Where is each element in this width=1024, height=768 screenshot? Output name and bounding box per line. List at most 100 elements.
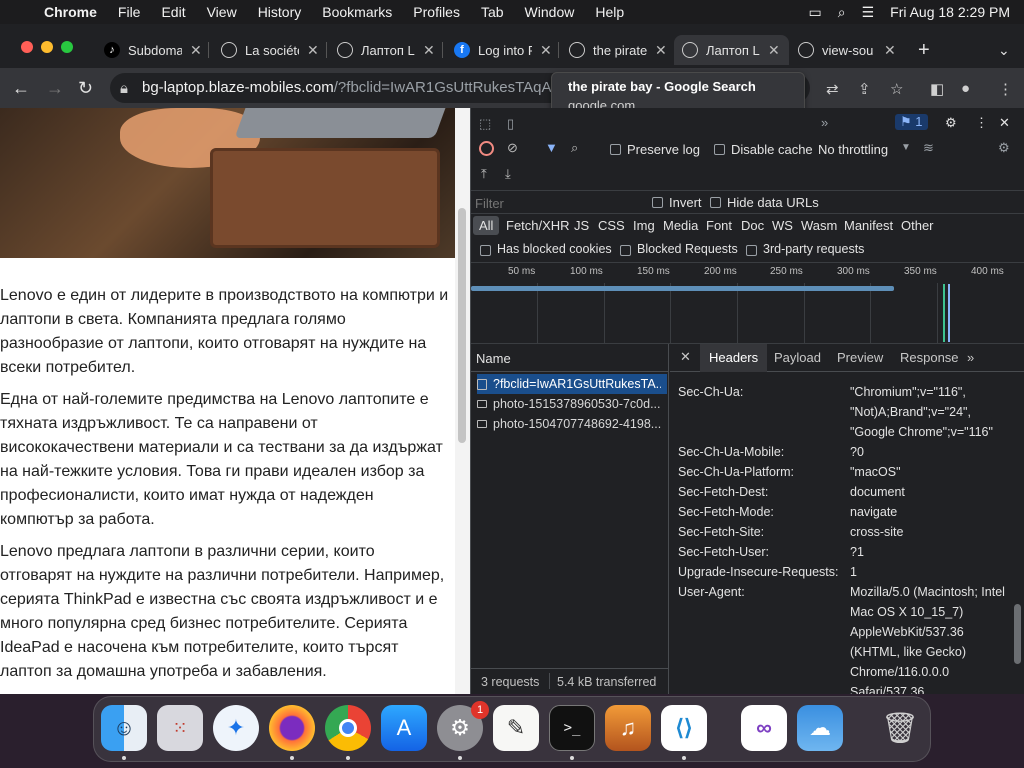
weather-icon[interactable]: ☁ (797, 705, 843, 751)
tab-laptop-lenovo-active[interactable]: Лаптоп L ✕ (674, 35, 789, 65)
filter-type-media[interactable]: Media (663, 218, 698, 233)
hide-data-urls-checkbox[interactable] (710, 197, 721, 208)
side-panel-icon[interactable]: ◧ (930, 80, 944, 98)
menu-app-name[interactable]: Chrome (44, 4, 97, 20)
throttling-select[interactable]: No throttling (818, 142, 888, 157)
tab-close-icon[interactable]: ✕ (190, 42, 202, 59)
tab-close-icon[interactable]: ✕ (768, 42, 780, 59)
textedit-icon[interactable]: ✎ (493, 705, 539, 751)
terminal-icon[interactable]: >_ (549, 705, 595, 751)
tab-laptop-lenovo[interactable]: Лаптоп L ✕ (329, 36, 443, 64)
filter-icon[interactable]: ▼ (545, 140, 558, 155)
tab-close-icon[interactable]: ✕ (540, 42, 552, 59)
preserve-log-checkbox[interactable] (610, 144, 621, 155)
menu-view[interactable]: View (207, 4, 237, 20)
blocked-requests-checkbox[interactable] (620, 245, 631, 256)
tab-subdomains[interactable]: ♪ Subdomains ✕ (96, 36, 210, 64)
safari-icon[interactable]: ✦ (213, 705, 259, 751)
new-tab-button[interactable]: + (910, 36, 938, 64)
timeline-overview[interactable] (471, 262, 1024, 344)
translate-icon[interactable]: ⇄ (826, 80, 839, 98)
throttling-dropdown-icon[interactable]: ▼ (901, 142, 911, 153)
firefox-icon[interactable] (269, 705, 315, 751)
tab-close-icon[interactable]: ✕ (423, 42, 435, 59)
bookmark-star-icon[interactable]: ☆ (890, 80, 903, 98)
forward-arrow-icon[interactable]: → (46, 78, 64, 99)
spotlight-search-icon[interactable]: ⌕ (838, 4, 846, 21)
back-arrow-icon[interactable]: ← (12, 78, 30, 99)
tab-close-icon[interactable]: ✕ (884, 42, 896, 59)
system-settings-icon[interactable]: ⚙ 1 (437, 701, 489, 751)
import-har-icon[interactable]: ⤒ (481, 166, 487, 182)
tab-the-pirate[interactable]: the pirate ✕ (561, 36, 675, 64)
third-party-checkbox[interactable] (746, 245, 757, 256)
filter-type-all[interactable]: All (473, 216, 500, 235)
filter-type-other[interactable]: Other (901, 218, 934, 233)
issues-counter[interactable]: ⚑ 1 (895, 114, 928, 130)
network-conditions-icon[interactable]: ≋ (923, 140, 934, 156)
export-har-icon[interactable]: ⤓ (505, 166, 511, 182)
chrome-icon[interactable] (325, 705, 371, 751)
close-detail-icon[interactable]: ✕ (680, 349, 691, 365)
address-url[interactable]: bg-laptop.blaze-mobiles.com/?fbclid=IwAR… (142, 79, 564, 96)
more-tabs-icon[interactable]: » (821, 115, 828, 130)
tab-preview[interactable]: Preview (837, 350, 883, 365)
filter-type-ws[interactable]: WS (772, 218, 793, 233)
tab-headers[interactable]: Headers (700, 344, 768, 372)
page-scroll-thumb[interactable] (458, 208, 466, 443)
close-devtools-icon[interactable]: ✕ (999, 115, 1010, 131)
filter-type-wasm[interactable]: Wasm (801, 218, 837, 233)
menu-bookmarks[interactable]: Bookmarks (322, 4, 392, 20)
finder-icon[interactable]: ☺ (101, 705, 147, 751)
tab-close-icon[interactable]: ✕ (307, 42, 319, 59)
tab-search-button[interactable]: ⌄ (990, 36, 1018, 64)
reload-icon[interactable]: ↻ (78, 78, 93, 99)
network-settings-icon[interactable]: ⚙ (998, 140, 1010, 156)
menu-clock[interactable]: Fri Aug 18 2:29 PM (890, 4, 1010, 20)
launchpad-icon[interactable]: ⁙ (157, 705, 203, 751)
vscode-icon[interactable]: ⟨⟩ (661, 705, 707, 751)
tab-payload[interactable]: Payload (774, 350, 821, 365)
filter-type-css[interactable]: CSS (598, 218, 625, 233)
filter-type-font[interactable]: Font (706, 218, 732, 233)
request-row[interactable]: photo-1504707748692-4198... (477, 414, 667, 434)
filter-type-doc[interactable]: Doc (741, 218, 764, 233)
page-scrollbar[interactable] (455, 108, 470, 694)
request-row[interactable]: ?fbclid=IwAR1GsUttRukesTA... (477, 374, 667, 394)
visual-studio-icon[interactable]: ∞ (741, 705, 787, 751)
close-window-icon[interactable] (21, 41, 33, 53)
devtools-menu-icon[interactable]: ⋮ (975, 115, 988, 131)
search-icon[interactable]: ⌕ (571, 140, 578, 156)
more-menu-icon[interactable]: ⋮ (998, 80, 1013, 98)
zoom-window-icon[interactable] (61, 41, 73, 53)
filter-type-manifest[interactable]: Manifest (844, 218, 893, 233)
profile-icon[interactable]: ● (961, 80, 970, 97)
control-center-icon[interactable]: ☰ (862, 4, 875, 21)
disable-cache-checkbox[interactable] (714, 144, 725, 155)
screen-mirroring-icon[interactable]: ▭ (809, 4, 822, 21)
clear-icon[interactable]: ⊘ (507, 140, 518, 156)
more-detail-tabs-icon[interactable]: » (967, 350, 974, 365)
invert-checkbox[interactable] (652, 197, 663, 208)
share-icon[interactable]: ⇪ (858, 80, 871, 98)
filter-type-fetch-xhr[interactable]: Fetch/XHR (506, 218, 570, 233)
tab-close-icon[interactable]: ✕ (655, 42, 667, 59)
name-column-header[interactable]: Name (471, 344, 669, 372)
settings-gear-icon[interactable]: ⚙ (945, 115, 957, 131)
menu-help[interactable]: Help (595, 4, 624, 20)
minimize-window-icon[interactable] (41, 41, 53, 53)
request-row[interactable]: photo-1515378960530-7c0d... (477, 394, 667, 414)
filter-type-js[interactable]: JS (574, 218, 589, 233)
app-store-icon[interactable]: A (381, 705, 427, 751)
menu-file[interactable]: File (118, 4, 141, 20)
detail-scroll-thumb[interactable] (1014, 604, 1021, 664)
menu-tab[interactable]: Tab (481, 4, 504, 20)
has-blocked-cookies-checkbox[interactable] (480, 245, 491, 256)
record-icon[interactable] (479, 141, 494, 156)
tab-response[interactable]: Response (900, 350, 959, 365)
detail-scrollbar[interactable] (1014, 374, 1022, 694)
tab-view-source[interactable]: view-sou ✕ (790, 36, 904, 64)
menu-profiles[interactable]: Profiles (413, 4, 460, 20)
filter-type-img[interactable]: Img (633, 218, 655, 233)
tab-facebook-login[interactable]: f Log into F ✕ (446, 36, 560, 64)
